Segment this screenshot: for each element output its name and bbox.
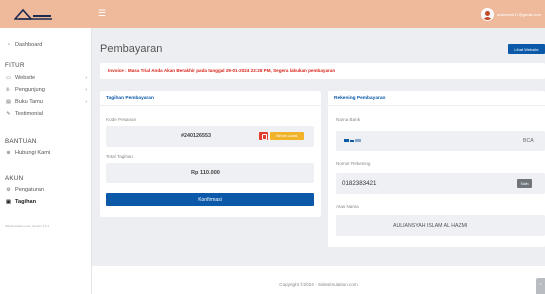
page-title: Pembayaran bbox=[100, 43, 163, 55]
sidebar-item-pengunjung[interactable]: ⊪ Pengunjung › bbox=[5, 85, 89, 95]
sidebar-item-label: Hubungi Kami bbox=[15, 150, 51, 156]
bank-field: BCA bbox=[336, 131, 545, 151]
account-number-value: 0182383421 bbox=[342, 180, 377, 187]
sidebar-item-label: Dashboard bbox=[15, 42, 43, 48]
bank-label: Nama Bank bbox=[336, 117, 361, 122]
order-code-value: #240126553 bbox=[181, 133, 211, 139]
sidebar-item-label: Pengunjung bbox=[15, 87, 45, 93]
holder-label: Atas Nama bbox=[336, 204, 359, 209]
top-bar: ☰ aulianseh17@gmail.com bbox=[0, 0, 545, 28]
confirm-button[interactable]: Konfirmasi bbox=[106, 193, 314, 206]
bank-logo-icon bbox=[344, 139, 361, 142]
account-holder-value: AULIANSYAH ISLAM AL HAZMI bbox=[393, 223, 468, 229]
browser-icon: ▭ bbox=[6, 75, 11, 81]
user-menu[interactable]: aulianseh17@gmail.com bbox=[481, 4, 541, 24]
chevron-right-icon: › bbox=[85, 99, 87, 105]
sidebar-item-label: Buku Tamu bbox=[15, 99, 43, 105]
sidebar-item-label: Testimonial bbox=[15, 111, 43, 117]
help-icon: ⊕ bbox=[6, 150, 11, 156]
card-header: Tagihan Pembayaran bbox=[100, 91, 321, 106]
sidebar-item-buku-tamu[interactable]: ▤ Buku Tamu › bbox=[5, 97, 89, 107]
copy-button[interactable]: Salin bbox=[517, 179, 532, 188]
logo-icon bbox=[14, 8, 52, 20]
sidebar-item-label: Tagihan bbox=[15, 199, 37, 205]
total-value: Rp 110.000 bbox=[191, 170, 220, 176]
sidebar-item-tagihan[interactable]: ▣ Tagihan bbox=[5, 197, 89, 207]
testimonial-icon: ✎ bbox=[6, 111, 11, 117]
sidebar: ◔ Dashboard FITUR ▭ Website › ⊪ Pengunju… bbox=[0, 28, 92, 294]
order-code-label: Kode Pesanan bbox=[106, 117, 137, 122]
chevron-right-icon: › bbox=[85, 75, 87, 81]
sidebar-item-hubungi-kami[interactable]: ⊕ Hubungi Kami bbox=[5, 148, 89, 158]
section-akun: AKUN bbox=[5, 175, 24, 182]
section-fitur: FITUR bbox=[5, 62, 25, 69]
guestbook-icon: ▤ bbox=[6, 99, 11, 105]
view-website-button[interactable]: Lihat Website bbox=[508, 44, 545, 54]
card-header: Rekening Pembayaran bbox=[328, 91, 545, 106]
number-label: Nomor Rekening bbox=[336, 161, 371, 166]
app-logo[interactable] bbox=[0, 0, 92, 28]
footer: Copyright ©2024 - Sidesimulation.com bbox=[92, 266, 545, 294]
hamburger-icon[interactable]: ☰ bbox=[98, 8, 108, 18]
chevron-up-icon: ⌃ bbox=[538, 283, 543, 289]
visitors-icon: ⊪ bbox=[6, 87, 11, 93]
copy-icon[interactable] bbox=[259, 132, 268, 140]
bill-icon: ▣ bbox=[6, 199, 11, 205]
total-field: Rp 110.000 bbox=[106, 163, 314, 183]
sidebar-item-website[interactable]: ▭ Website › bbox=[5, 73, 89, 83]
total-label: Total Tagihan bbox=[106, 154, 133, 159]
version-text: Sidesimulation.com Version 4.0.1 bbox=[5, 224, 50, 228]
account-title: Rekening Pembayaran bbox=[334, 96, 386, 101]
settings-icon: ⚙ bbox=[6, 187, 11, 193]
footer-copyright: Copyright ©2024 - Sidesimulation.com bbox=[279, 282, 358, 287]
invoice-notice: Invoice : Masa Trial Anda Akan Berakhir … bbox=[100, 63, 545, 79]
sidebar-item-pengaturan[interactable]: ⚙ Pengaturan bbox=[5, 185, 89, 195]
dashboard-icon: ◔ bbox=[6, 42, 11, 48]
account-number-field: 0182383421 Salin bbox=[336, 173, 545, 194]
sidebar-item-label: Pengaturan bbox=[15, 187, 44, 193]
sidebar-item-testimonial[interactable]: ✎ Testimonial bbox=[5, 109, 89, 119]
status-badge: Belum Lunas bbox=[270, 132, 304, 140]
account-holder-field: AULIANSYAH ISLAM AL HAZMI bbox=[336, 215, 545, 236]
avatar[interactable] bbox=[481, 7, 495, 21]
billing-title: Tagihan Pembayaran bbox=[106, 96, 154, 101]
user-name[interactable]: aulianseh17@gmail.com bbox=[497, 12, 541, 17]
sidebar-item-label: Website bbox=[15, 75, 36, 81]
invoice-notice-text: Invoice : Masa Trial Anda Akan Berakhir … bbox=[108, 68, 336, 73]
bank-name-value: BCA bbox=[523, 138, 534, 144]
billing-card: Tagihan Pembayaran Kode Pesanan #2401265… bbox=[100, 91, 321, 217]
order-code-field: #240126553 Belum Lunas bbox=[106, 126, 314, 147]
scroll-top-button[interactable]: ⌃ bbox=[536, 278, 545, 294]
account-card: Rekening Pembayaran Nama Bank BCA Nomor … bbox=[328, 91, 545, 247]
sidebar-item-dashboard[interactable]: ◔ Dashboard bbox=[5, 40, 89, 50]
chevron-right-icon: › bbox=[85, 87, 87, 93]
section-bantuan: BANTUAN bbox=[5, 138, 37, 145]
